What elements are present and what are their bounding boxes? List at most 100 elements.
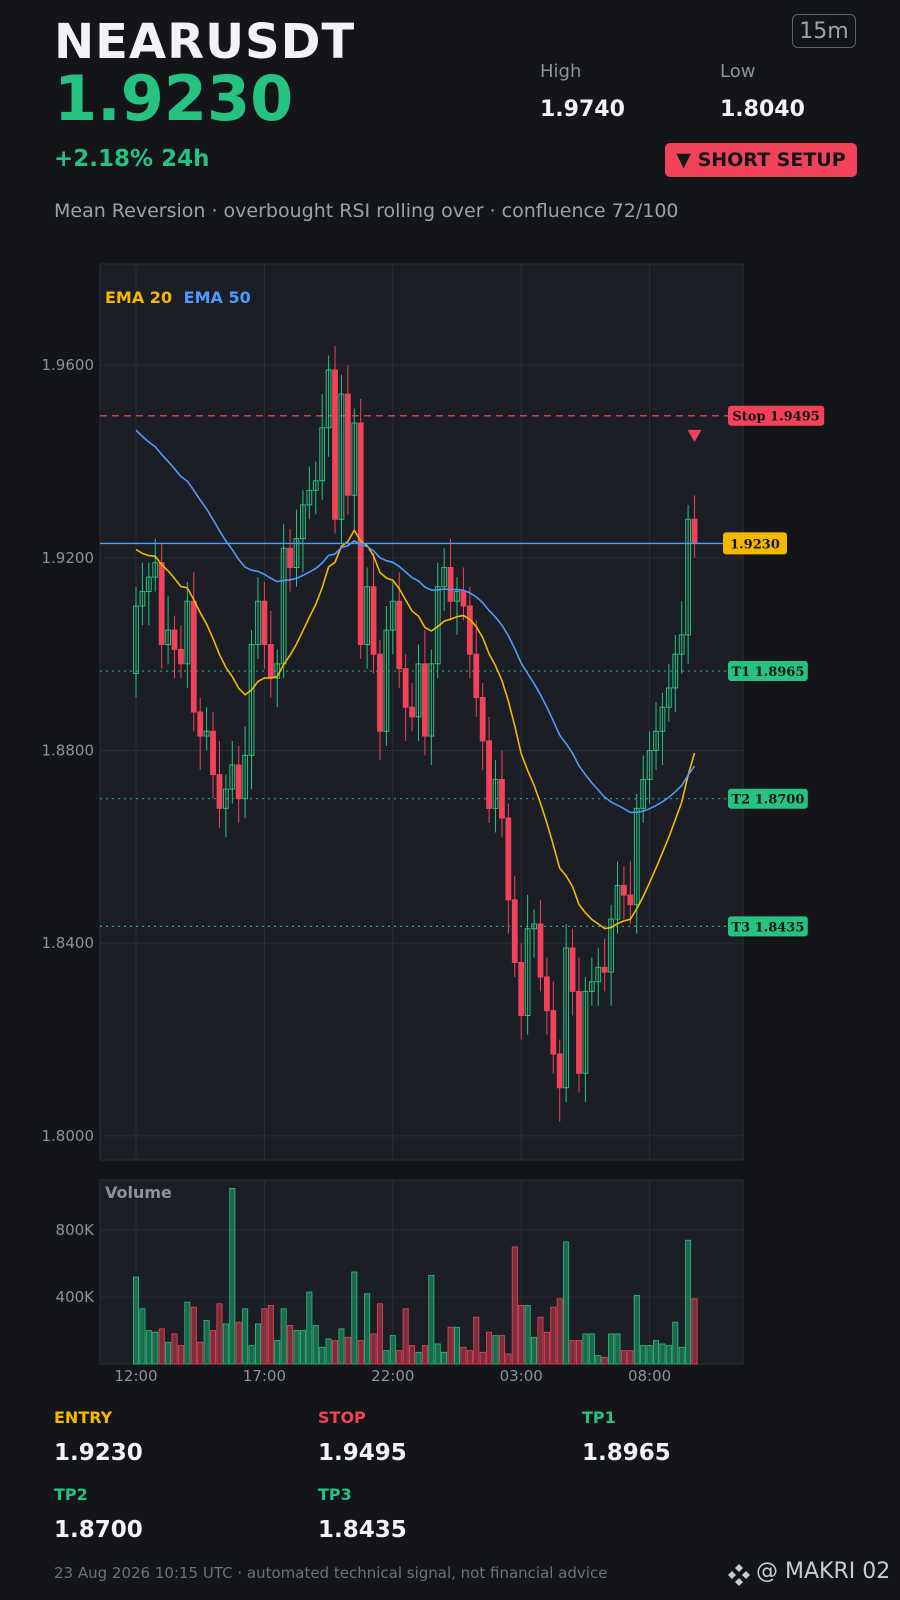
volume-bar xyxy=(158,1328,165,1365)
volume-bar xyxy=(537,1316,544,1365)
volume-bar xyxy=(550,1306,557,1365)
x-tick-label: 17:00 xyxy=(243,1367,286,1385)
candle-down xyxy=(197,711,204,737)
volume-bar xyxy=(595,1355,602,1365)
candle-down xyxy=(627,894,634,906)
tp1-value: 1.8965 xyxy=(582,1440,671,1466)
candle-down xyxy=(267,644,274,679)
candle-down xyxy=(505,817,512,901)
volume-bar xyxy=(364,1293,371,1365)
volume-bar xyxy=(254,1323,261,1365)
volume-bar xyxy=(524,1305,531,1365)
volume-bar xyxy=(518,1305,525,1365)
volume-bar xyxy=(197,1341,204,1365)
candle-down xyxy=(377,653,383,732)
volume-bar xyxy=(685,1239,692,1365)
volume-tick-label: 800K xyxy=(56,1221,96,1239)
volume-bar xyxy=(453,1326,460,1365)
tp3-label: TP3 xyxy=(318,1485,352,1504)
volume-bar xyxy=(415,1351,422,1365)
volume-bar xyxy=(165,1341,172,1365)
volume-bar xyxy=(267,1305,274,1365)
candle-down xyxy=(235,764,242,800)
candle-down xyxy=(216,774,223,809)
candle-down xyxy=(511,899,518,963)
tp3-value: 1.8435 xyxy=(318,1517,407,1543)
volume-bar xyxy=(563,1241,570,1365)
candle-down xyxy=(460,591,467,607)
price-chart: 1.9600 1.9200 1.8800 1.8400 1.8000 12:00 17:0… xyxy=(42,263,825,1385)
stop-label: STOP xyxy=(318,1408,366,1427)
level-label: T1 1.8965 xyxy=(731,665,804,680)
candle-down xyxy=(402,668,409,708)
candle-down xyxy=(569,947,576,992)
candle-down xyxy=(537,923,544,978)
volume-bar xyxy=(659,1343,666,1365)
x-tick-label: 22:00 xyxy=(371,1367,414,1385)
candle-down xyxy=(171,629,178,650)
level-label: T2 1.8700 xyxy=(731,793,804,808)
volume-bar xyxy=(396,1350,403,1365)
volume-bar xyxy=(665,1345,672,1365)
volume-bar xyxy=(678,1346,685,1365)
volume-bar xyxy=(543,1331,550,1365)
volume-bar xyxy=(210,1330,217,1365)
candle-down xyxy=(550,1010,557,1055)
candle-down xyxy=(370,586,377,655)
volume-bar xyxy=(389,1335,396,1365)
volume-bar xyxy=(556,1298,563,1365)
volume-bar xyxy=(203,1320,210,1365)
candle-down xyxy=(543,976,550,1012)
candle-down xyxy=(447,566,454,602)
candle-down xyxy=(357,422,364,646)
volume-bar xyxy=(691,1298,698,1365)
volume-bar xyxy=(190,1306,197,1365)
volume-bar xyxy=(627,1350,634,1365)
stop-value: 1.9495 xyxy=(318,1440,407,1466)
volume-bar xyxy=(357,1340,364,1365)
volume-bar xyxy=(261,1308,268,1365)
candle-down xyxy=(691,518,698,544)
candle-down xyxy=(190,600,197,713)
candle-down xyxy=(486,740,493,809)
volume-bar xyxy=(332,1340,339,1365)
price-tag-label: 1.9230 xyxy=(730,537,780,552)
candle-down xyxy=(287,547,293,568)
y-tick-label: 1.8000 xyxy=(42,1127,95,1145)
volume-bar xyxy=(640,1345,647,1365)
volume-bar xyxy=(319,1346,326,1365)
candle-down xyxy=(158,562,165,646)
volume-bar xyxy=(222,1323,229,1365)
volume-bar xyxy=(152,1331,159,1365)
volume-bar xyxy=(588,1333,595,1365)
footer-disclaimer: 23 Aug 2026 10:15 UTC · automated techni… xyxy=(54,1564,608,1582)
volume-bar xyxy=(466,1350,473,1365)
volume-bar xyxy=(492,1335,499,1365)
legend-ema50: EMA 50 xyxy=(184,288,251,307)
volume-bar xyxy=(235,1321,242,1365)
candle-down xyxy=(466,605,473,655)
volume-bar xyxy=(421,1345,428,1365)
volume-bar xyxy=(293,1330,300,1365)
volume-bar xyxy=(620,1350,627,1365)
volume-bar xyxy=(402,1308,409,1365)
volume-bar xyxy=(312,1325,319,1365)
candle-down xyxy=(178,648,184,665)
candle-down xyxy=(499,778,505,819)
x-tick-label: 12:00 xyxy=(114,1367,157,1385)
candle-down xyxy=(601,966,608,973)
volume-bar xyxy=(672,1321,679,1365)
volume-bar xyxy=(646,1345,653,1365)
volume-bar xyxy=(370,1333,377,1365)
candle-down xyxy=(576,990,582,1074)
x-tick-label: 03:00 xyxy=(500,1367,543,1385)
volume-bar xyxy=(434,1343,441,1365)
volume-bar xyxy=(486,1331,493,1365)
volume-bar xyxy=(229,1187,236,1365)
candle-down xyxy=(518,961,525,1016)
volume-bar xyxy=(460,1346,467,1365)
volume-bar xyxy=(409,1345,416,1365)
entry-label: ENTRY xyxy=(54,1408,113,1427)
volume-bar xyxy=(344,1336,351,1365)
volume-bar xyxy=(242,1308,249,1365)
